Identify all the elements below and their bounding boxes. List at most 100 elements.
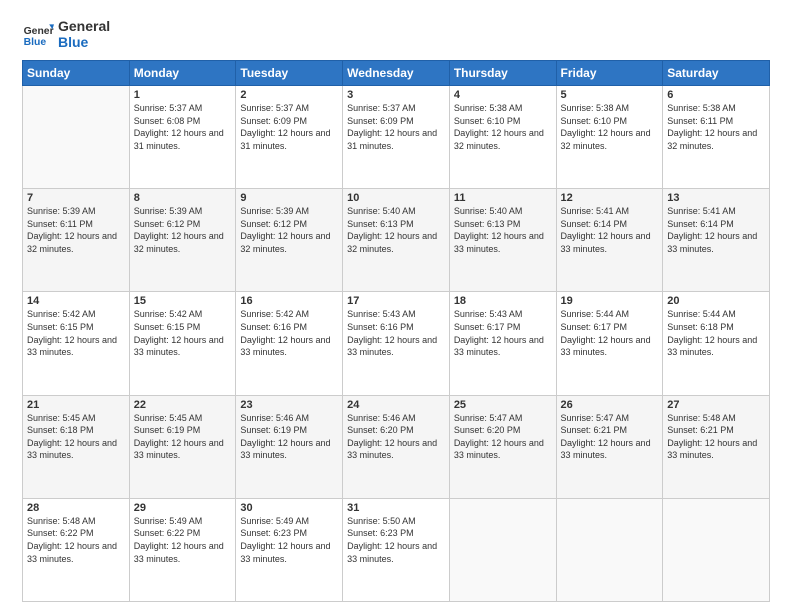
calendar-cell	[449, 498, 556, 601]
calendar-cell: 14Sunrise: 5:42 AMSunset: 6:15 PMDayligh…	[23, 292, 130, 395]
day-number: 3	[347, 89, 445, 101]
day-number: 26	[561, 399, 659, 411]
calendar-cell	[663, 498, 770, 601]
day-number: 30	[240, 502, 338, 514]
day-number: 15	[134, 295, 232, 307]
svg-text:Blue: Blue	[24, 37, 47, 48]
calendar-cell: 25Sunrise: 5:47 AMSunset: 6:20 PMDayligh…	[449, 395, 556, 498]
calendar-cell: 4Sunrise: 5:38 AMSunset: 6:10 PMDaylight…	[449, 86, 556, 189]
day-number: 21	[27, 399, 125, 411]
day-number: 29	[134, 502, 232, 514]
calendar-cell: 3Sunrise: 5:37 AMSunset: 6:09 PMDaylight…	[343, 86, 450, 189]
logo-blue: Blue	[58, 34, 110, 50]
calendar-cell: 21Sunrise: 5:45 AMSunset: 6:18 PMDayligh…	[23, 395, 130, 498]
day-info: Sunrise: 5:50 AMSunset: 6:23 PMDaylight:…	[347, 515, 445, 565]
calendar-cell: 10Sunrise: 5:40 AMSunset: 6:13 PMDayligh…	[343, 189, 450, 292]
day-info: Sunrise: 5:42 AMSunset: 6:16 PMDaylight:…	[240, 308, 338, 358]
calendar-cell: 11Sunrise: 5:40 AMSunset: 6:13 PMDayligh…	[449, 189, 556, 292]
day-number: 19	[561, 295, 659, 307]
calendar-cell: 30Sunrise: 5:49 AMSunset: 6:23 PMDayligh…	[236, 498, 343, 601]
day-number: 12	[561, 192, 659, 204]
day-info: Sunrise: 5:38 AMSunset: 6:10 PMDaylight:…	[454, 102, 552, 152]
day-info: Sunrise: 5:45 AMSunset: 6:19 PMDaylight:…	[134, 412, 232, 462]
day-number: 17	[347, 295, 445, 307]
calendar-cell: 20Sunrise: 5:44 AMSunset: 6:18 PMDayligh…	[663, 292, 770, 395]
day-info: Sunrise: 5:46 AMSunset: 6:20 PMDaylight:…	[347, 412, 445, 462]
day-number: 11	[454, 192, 552, 204]
calendar-cell: 26Sunrise: 5:47 AMSunset: 6:21 PMDayligh…	[556, 395, 663, 498]
day-number: 28	[27, 502, 125, 514]
week-row-4: 21Sunrise: 5:45 AMSunset: 6:18 PMDayligh…	[23, 395, 770, 498]
day-number: 2	[240, 89, 338, 101]
week-row-2: 7Sunrise: 5:39 AMSunset: 6:11 PMDaylight…	[23, 189, 770, 292]
calendar-cell: 5Sunrise: 5:38 AMSunset: 6:10 PMDaylight…	[556, 86, 663, 189]
day-number: 6	[667, 89, 765, 101]
day-info: Sunrise: 5:43 AMSunset: 6:16 PMDaylight:…	[347, 308, 445, 358]
day-info: Sunrise: 5:37 AMSunset: 6:09 PMDaylight:…	[240, 102, 338, 152]
calendar-cell: 22Sunrise: 5:45 AMSunset: 6:19 PMDayligh…	[129, 395, 236, 498]
day-number: 13	[667, 192, 765, 204]
calendar-cell: 9Sunrise: 5:39 AMSunset: 6:12 PMDaylight…	[236, 189, 343, 292]
day-info: Sunrise: 5:42 AMSunset: 6:15 PMDaylight:…	[134, 308, 232, 358]
day-info: Sunrise: 5:41 AMSunset: 6:14 PMDaylight:…	[561, 205, 659, 255]
day-info: Sunrise: 5:48 AMSunset: 6:21 PMDaylight:…	[667, 412, 765, 462]
day-info: Sunrise: 5:49 AMSunset: 6:22 PMDaylight:…	[134, 515, 232, 565]
day-number: 9	[240, 192, 338, 204]
svg-text:General: General	[24, 26, 54, 37]
day-number: 14	[27, 295, 125, 307]
header: General Blue General Blue	[22, 18, 770, 50]
calendar-cell	[23, 86, 130, 189]
col-header-monday: Monday	[129, 61, 236, 86]
day-info: Sunrise: 5:49 AMSunset: 6:23 PMDaylight:…	[240, 515, 338, 565]
logo-icon: General Blue	[22, 18, 54, 50]
day-info: Sunrise: 5:40 AMSunset: 6:13 PMDaylight:…	[454, 205, 552, 255]
col-header-sunday: Sunday	[23, 61, 130, 86]
day-info: Sunrise: 5:41 AMSunset: 6:14 PMDaylight:…	[667, 205, 765, 255]
day-number: 20	[667, 295, 765, 307]
day-info: Sunrise: 5:43 AMSunset: 6:17 PMDaylight:…	[454, 308, 552, 358]
day-info: Sunrise: 5:38 AMSunset: 6:11 PMDaylight:…	[667, 102, 765, 152]
day-info: Sunrise: 5:39 AMSunset: 6:12 PMDaylight:…	[134, 205, 232, 255]
calendar-cell: 8Sunrise: 5:39 AMSunset: 6:12 PMDaylight…	[129, 189, 236, 292]
day-info: Sunrise: 5:37 AMSunset: 6:08 PMDaylight:…	[134, 102, 232, 152]
day-info: Sunrise: 5:48 AMSunset: 6:22 PMDaylight:…	[27, 515, 125, 565]
day-info: Sunrise: 5:42 AMSunset: 6:15 PMDaylight:…	[27, 308, 125, 358]
day-number: 5	[561, 89, 659, 101]
calendar-cell: 17Sunrise: 5:43 AMSunset: 6:16 PMDayligh…	[343, 292, 450, 395]
day-number: 23	[240, 399, 338, 411]
week-row-3: 14Sunrise: 5:42 AMSunset: 6:15 PMDayligh…	[23, 292, 770, 395]
day-info: Sunrise: 5:47 AMSunset: 6:20 PMDaylight:…	[454, 412, 552, 462]
calendar-cell: 27Sunrise: 5:48 AMSunset: 6:21 PMDayligh…	[663, 395, 770, 498]
day-info: Sunrise: 5:45 AMSunset: 6:18 PMDaylight:…	[27, 412, 125, 462]
day-number: 18	[454, 295, 552, 307]
day-info: Sunrise: 5:39 AMSunset: 6:12 PMDaylight:…	[240, 205, 338, 255]
col-header-wednesday: Wednesday	[343, 61, 450, 86]
calendar-cell: 24Sunrise: 5:46 AMSunset: 6:20 PMDayligh…	[343, 395, 450, 498]
calendar-cell: 12Sunrise: 5:41 AMSunset: 6:14 PMDayligh…	[556, 189, 663, 292]
calendar-cell: 28Sunrise: 5:48 AMSunset: 6:22 PMDayligh…	[23, 498, 130, 601]
calendar-table: SundayMondayTuesdayWednesdayThursdayFrid…	[22, 60, 770, 602]
calendar-cell: 6Sunrise: 5:38 AMSunset: 6:11 PMDaylight…	[663, 86, 770, 189]
day-number: 31	[347, 502, 445, 514]
calendar-cell: 1Sunrise: 5:37 AMSunset: 6:08 PMDaylight…	[129, 86, 236, 189]
calendar-cell: 29Sunrise: 5:49 AMSunset: 6:22 PMDayligh…	[129, 498, 236, 601]
week-row-1: 1Sunrise: 5:37 AMSunset: 6:08 PMDaylight…	[23, 86, 770, 189]
day-info: Sunrise: 5:38 AMSunset: 6:10 PMDaylight:…	[561, 102, 659, 152]
calendar-cell: 7Sunrise: 5:39 AMSunset: 6:11 PMDaylight…	[23, 189, 130, 292]
day-info: Sunrise: 5:39 AMSunset: 6:11 PMDaylight:…	[27, 205, 125, 255]
day-number: 8	[134, 192, 232, 204]
day-number: 27	[667, 399, 765, 411]
calendar-header-row: SundayMondayTuesdayWednesdayThursdayFrid…	[23, 61, 770, 86]
logo-general: General	[58, 18, 110, 34]
day-number: 25	[454, 399, 552, 411]
calendar-cell	[556, 498, 663, 601]
day-info: Sunrise: 5:44 AMSunset: 6:17 PMDaylight:…	[561, 308, 659, 358]
calendar-cell: 16Sunrise: 5:42 AMSunset: 6:16 PMDayligh…	[236, 292, 343, 395]
calendar-cell: 23Sunrise: 5:46 AMSunset: 6:19 PMDayligh…	[236, 395, 343, 498]
day-info: Sunrise: 5:44 AMSunset: 6:18 PMDaylight:…	[667, 308, 765, 358]
day-info: Sunrise: 5:47 AMSunset: 6:21 PMDaylight:…	[561, 412, 659, 462]
day-number: 7	[27, 192, 125, 204]
day-number: 10	[347, 192, 445, 204]
day-number: 4	[454, 89, 552, 101]
col-header-tuesday: Tuesday	[236, 61, 343, 86]
